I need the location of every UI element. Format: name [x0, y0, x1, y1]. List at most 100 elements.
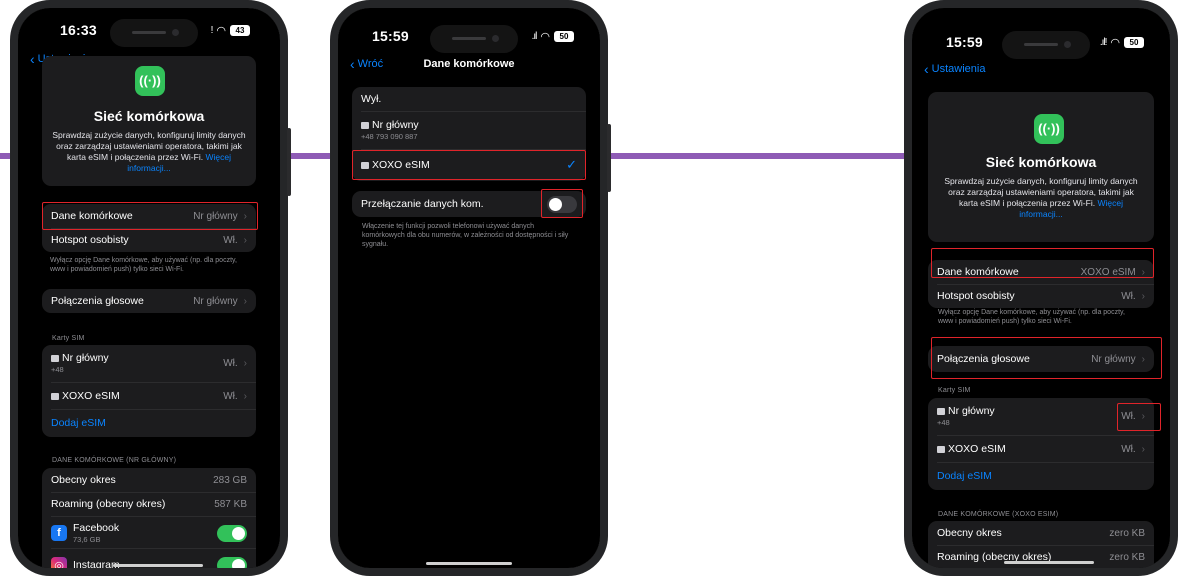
facebook-toggle[interactable]	[217, 524, 247, 542]
facebook-icon: f	[51, 525, 67, 541]
status-time: 16:33	[60, 22, 97, 38]
add-esim-button[interactable]: Dodaj eSIM	[928, 464, 1154, 488]
usage-label: Obecny okres	[937, 527, 1002, 539]
voice-calls-label: Połączenia głosowe	[51, 295, 144, 307]
hotspot-row[interactable]: Hotspot osobisty Wł. ›	[42, 228, 256, 252]
sim-row-primary[interactable]: Nr główny +48 Wł. ›	[42, 349, 256, 377]
status-bar: 16:33 ! ◠ 43	[18, 19, 280, 47]
chevron-right-icon: ›	[243, 295, 247, 307]
hotspot-value: Wł.	[223, 234, 238, 246]
signal-icon: .ıl	[531, 31, 538, 42]
status-bar: 15:59 .ıl! ◠ 50	[912, 31, 1170, 59]
status-bar: 15:59 .ıl ◠ 50	[338, 25, 600, 53]
phone-3: 15:59 .ıl! ◠ 50 ‹ Ustawienia ((·)) Sieć …	[904, 0, 1178, 576]
signal-icon: !	[210, 25, 214, 36]
option-off-label: Wył.	[361, 93, 382, 105]
chevron-right-icon: ›	[243, 390, 247, 402]
hero-card: ((·)) Sieć komórkowa Sprawdzaj zużycie d…	[42, 56, 256, 186]
usage-section-header: DANE KOMÓRKOWE (XOXO ESIM)	[938, 511, 1059, 518]
chevron-left-icon: ‹	[30, 50, 35, 67]
data-note: Wyłącz opcję Dane komórkowe, aby używać …	[938, 309, 1125, 325]
data-switching-label: Przełączanie danych kom.	[361, 198, 484, 210]
app-name: Facebook	[73, 522, 120, 534]
usage-row: Obecny okres zero KB	[928, 521, 1154, 545]
app-row-facebook: f Facebook 73,6 GB	[42, 518, 256, 548]
sim-icon	[51, 392, 59, 400]
battery-icon: 50	[554, 31, 574, 42]
status-time: 15:59	[946, 34, 983, 50]
side-button	[607, 124, 611, 192]
phone-3-screen: 15:59 .ıl! ◠ 50 ‹ Ustawienia ((·)) Sieć …	[912, 8, 1170, 568]
hotspot-value: Wł.	[1121, 290, 1136, 302]
sim-status: Wł.	[1121, 443, 1136, 455]
highlight-esim-option	[352, 150, 586, 180]
sim-label: Nr główny	[948, 405, 995, 417]
dynamic-island	[1002, 31, 1090, 59]
add-esim-button[interactable]: Dodaj eSIM	[42, 411, 256, 435]
sim-icon	[937, 407, 945, 415]
app-size: 73,6 GB	[73, 535, 101, 544]
dynamic-island	[430, 25, 518, 53]
highlight-mobile-data	[931, 248, 1154, 278]
home-indicator	[426, 562, 512, 565]
data-note: Wyłącz opcję Dane komórkowe, aby używać …	[50, 257, 237, 273]
instagram-toggle[interactable]	[217, 556, 247, 568]
wifi-icon: ◠	[540, 31, 550, 43]
battery-icon: 50	[1124, 37, 1144, 48]
voice-calls-row[interactable]: Połączenia głosowe Nr główny ›	[42, 289, 256, 313]
back-button[interactable]: ‹ Ustawienia	[924, 60, 986, 77]
sim-label: Nr główny	[62, 352, 109, 364]
option-number: +48 793 090 887	[361, 132, 418, 141]
highlight-sim-status	[1117, 403, 1161, 431]
hotspot-row[interactable]: Hotspot osobisty Wł. ›	[928, 284, 1154, 308]
wifi-icon: ◠	[1110, 37, 1120, 49]
phone-2: 15:59 .ıl ◠ 50 ‹ Wróć Dane komórkowe Wył…	[330, 0, 608, 576]
switch-note: Włączenie tej funkcji pozwoli telefonowi…	[362, 223, 569, 248]
option-primary[interactable]: Nr główny +48 793 090 887	[352, 113, 586, 147]
side-button	[287, 128, 291, 196]
usage-section-header: DANE KOMÓRKOWE (NR GŁÓWNY)	[52, 457, 177, 464]
sim-icon	[937, 445, 945, 453]
voice-group: Połączenia głosowe Nr główny ›	[42, 289, 256, 313]
antenna-icon: ((·))	[1034, 114, 1064, 144]
chevron-right-icon: ›	[243, 357, 247, 369]
home-indicator	[113, 564, 203, 567]
sim-icon	[51, 354, 59, 362]
phone-2-screen: 15:59 .ıl ◠ 50 ‹ Wróć Dane komórkowe Wył…	[338, 8, 600, 568]
add-esim-label: Dodaj eSIM	[937, 470, 992, 482]
hero-title: Sieć komórkowa	[985, 154, 1097, 170]
dynamic-island	[110, 19, 198, 47]
sim-row-esim[interactable]: XOXO eSIM Wł. ›	[928, 437, 1154, 461]
wifi-icon: ◠	[216, 25, 226, 37]
battery-icon: 43	[230, 25, 250, 36]
option-label: Nr główny	[372, 119, 419, 131]
usage-label: Roaming (obecny okres)	[51, 498, 166, 510]
highlight-mobile-data	[42, 202, 258, 230]
usage-row: Roaming (obecny okres) 587 KB	[42, 492, 256, 516]
phone-1-screen: 16:33 ! ◠ 43 ‹ Ustawienia ((·)) Sieć kom…	[18, 8, 280, 568]
signal-icon: .ıl!	[1099, 37, 1108, 48]
usage-row: Obecny okres 283 GB	[42, 468, 256, 492]
option-off[interactable]: Wył.	[352, 87, 586, 111]
sim-sub: +48	[51, 365, 64, 374]
sim-row-esim[interactable]: XOXO eSIM Wł. ›	[42, 384, 256, 408]
antenna-icon: ((·))	[135, 66, 165, 96]
connector-line-right	[604, 153, 910, 159]
sim-icon	[361, 121, 369, 129]
highlight-switch	[541, 189, 583, 218]
chevron-right-icon: ›	[243, 234, 247, 246]
usage-value: zero KB	[1109, 527, 1145, 539]
sim-group: Nr główny +48 Wł. › XOXO eSIM Wł. › Dodaj e…	[42, 345, 256, 437]
chevron-left-icon: ‹	[924, 60, 929, 77]
usage-value: zero KB	[1109, 551, 1145, 563]
usage-value: 283 GB	[213, 474, 247, 486]
usage-value: 587 KB	[214, 498, 247, 510]
chevron-right-icon: ›	[1141, 443, 1145, 455]
status-time: 15:59	[372, 28, 409, 44]
chevron-right-icon: ›	[1141, 290, 1145, 302]
usage-label: Obecny okres	[51, 474, 116, 486]
usage-group: Obecny okres 283 GB Roaming (obecny okre…	[42, 468, 256, 568]
back-label: Ustawienia	[931, 63, 986, 75]
hero-title: Sieć komórkowa	[93, 108, 205, 124]
sim-section-header: Karty SIM	[52, 335, 85, 342]
